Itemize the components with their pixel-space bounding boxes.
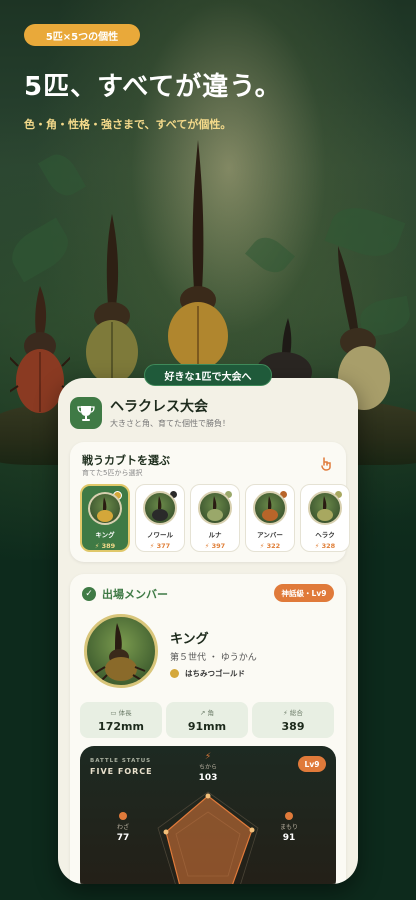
member-card: ✓ 出場メンバー 神話級・Lv9 キング 第５世代 ・ ゆうかん はちみつゴール…	[70, 574, 346, 884]
battle-big-label: FIVE FORCE	[90, 767, 153, 776]
leaf-decoration	[245, 230, 295, 280]
beetle-option-name: キング	[95, 531, 115, 539]
member-name: キング	[170, 632, 209, 647]
app-header: ヘラクレス大会 大きさと角、育てた個性で勝負！	[70, 396, 230, 429]
beetle-option-power: ⚡ 322	[259, 542, 281, 550]
leaf-decoration	[4, 217, 76, 283]
beetle-selector-row: キング ⚡ 389 ノワール ⚡ 377 ルナ ⚡ 397 アンバー ⚡ 322 ヘラク ⚡ 32…	[80, 484, 350, 552]
shield-icon	[285, 812, 293, 820]
beetle-thumbnail	[198, 491, 232, 525]
app-title: ヘラクレス大会	[110, 399, 208, 415]
bolt-icon: ⚡	[283, 709, 290, 717]
beetle-thumbnail	[308, 491, 342, 525]
olive-beetle-illustration	[80, 214, 144, 384]
beetle-option[interactable]: アンバー ⚡ 322	[245, 484, 295, 552]
tournament-pill[interactable]: 好きな1匹で大会へ	[144, 364, 272, 386]
stat-value: 172mm	[98, 720, 144, 733]
stat-value: 91mm	[187, 720, 227, 733]
check-icon: ✓	[82, 587, 96, 601]
bolt-icon: ⚡	[204, 752, 212, 762]
stat-horn: ↗ 角 91mm	[166, 702, 248, 738]
phone-mockup: ヘラクレス大会 大きさと角、育てた個性で勝負！ 戦うカブトを選ぶ 育てた5匹から…	[58, 378, 358, 884]
beetle-thumbnail	[143, 491, 177, 525]
stat-label: 体長	[118, 709, 132, 717]
beetle-option-name: ヘラク	[315, 531, 335, 539]
beetle-option[interactable]: ヘラク ⚡ 328	[300, 484, 350, 552]
member-generation: 第５世代 ・ ゆうかん	[170, 653, 257, 663]
stat-value: 389	[281, 720, 305, 733]
ruler-icon: ▭	[110, 709, 119, 717]
trophy-icon	[70, 396, 102, 429]
axis-label: わざ	[116, 824, 129, 831]
axis-value: 91	[282, 833, 296, 843]
beetle-option[interactable]: ルナ ⚡ 397	[190, 484, 240, 552]
beetle-option-power: ⚡ 397	[204, 542, 226, 550]
leaf-decoration	[38, 148, 86, 202]
axis-power: ⚡ ちから 103	[193, 752, 223, 783]
beetle-option-name: アンバー	[257, 531, 283, 539]
beetle-select-card: 戦うカブトを選ぶ 育てた5匹から選択 キング ⚡ 389 ノワール ⚡ 377 ルナ ⚡ …	[70, 442, 350, 562]
beetle-option-name: ルナ	[208, 531, 222, 539]
gold-beetle-illustration	[163, 140, 233, 370]
beetle-thumbnail	[88, 492, 122, 525]
axis-value: 103	[198, 773, 218, 783]
axis-value: 77	[116, 833, 130, 843]
select-title: 戦うカブトを選ぶ	[82, 454, 170, 467]
color-swatch	[170, 669, 179, 678]
beetle-option[interactable]: ノワール ⚡ 377	[135, 484, 185, 552]
stat-length: ▭ 体長 172mm	[80, 702, 162, 738]
beetle-thumbnail	[253, 491, 287, 525]
rank-badge: 神話級・Lv9	[274, 584, 334, 602]
target-icon	[119, 812, 127, 820]
axis-label: まもり	[279, 824, 298, 831]
select-subtitle: 育てた5匹から選択	[82, 469, 143, 477]
axis-skill: わざ 77	[108, 812, 138, 843]
member-color-name: はちみつゴールド	[185, 669, 245, 678]
level-pill: Lv9	[298, 756, 326, 772]
beetle-option-power: ⚡ 377	[149, 542, 171, 550]
arrow-up-right-icon: ↗	[199, 709, 208, 717]
app-subtitle: 大きさと角、育てた個性で勝負！	[110, 419, 230, 428]
beetle-portrait	[84, 614, 158, 688]
stat-label: 角	[207, 709, 215, 717]
battle-small-label: BATTLE STATUS	[90, 758, 152, 764]
axis-label: ちから	[198, 764, 217, 771]
member-color: はちみつゴールド	[170, 668, 245, 679]
stats-row: ▭ 体長 172mm ↗ 角 91mm ⚡ 総合 389	[80, 702, 334, 738]
beetle-option-name: ノワール	[147, 531, 173, 539]
battle-status-panel: BATTLE STATUS FIVE FORCE Lv9 ⚡ ちから 103 わ…	[80, 746, 336, 884]
subline: 色・角・性格・強さまで、すべてが個性。	[24, 118, 232, 131]
beetle-option[interactable]: キング ⚡ 389	[80, 484, 130, 552]
beetle-option-power: ⚡ 328	[314, 542, 336, 550]
beetle-option-power: ⚡ 389	[94, 542, 116, 550]
feature-tag: 5匹×5つの個性	[24, 24, 140, 46]
member-title: 出場メンバー	[102, 588, 168, 601]
stat-total: ⚡ 総合 389	[252, 702, 334, 738]
headline: 5匹、すべてが違う。	[24, 72, 282, 102]
tap-hand-icon	[320, 456, 332, 475]
axis-defense: まもり 91	[274, 812, 304, 843]
stat-label: 総合	[289, 709, 303, 717]
